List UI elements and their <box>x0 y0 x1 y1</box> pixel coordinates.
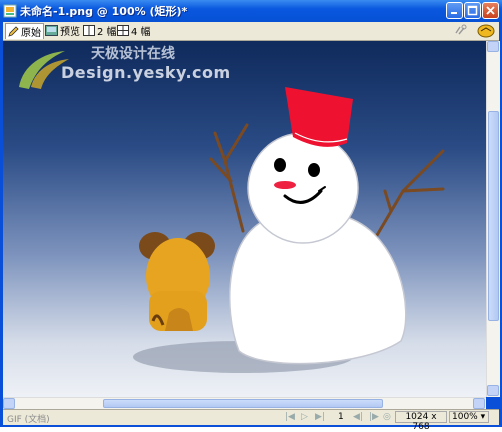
maximize-button[interactable] <box>464 2 481 19</box>
view-toolbar: 原始 预览 2 幅 4 幅 <box>3 22 499 41</box>
minimize-icon <box>451 12 457 14</box>
zoom-select[interactable]: 100% ▾ <box>449 411 489 423</box>
first-frame-icon[interactable]: |◀ <box>285 412 295 422</box>
title-bar[interactable]: 未命名-1.png @ 100% (矩形)* <box>0 0 502 22</box>
status-bar: GIF (文档) |◀ ▷ ▶| 1 ◀| |▶ ◎ 1024 x 768 10… <box>3 409 499 432</box>
vertical-scroll-thumb[interactable] <box>488 111 499 321</box>
loop-icon[interactable]: ◎ <box>383 412 391 422</box>
bucket-hat <box>285 87 353 147</box>
snowman-eye-right <box>308 163 320 177</box>
tab-preview-label: 预览 <box>60 27 80 38</box>
file-format-label: GIF (文档) <box>7 415 50 425</box>
zoom-value: 100% <box>452 412 478 422</box>
tab-4-up[interactable]: 4 幅 <box>117 23 151 38</box>
canvas[interactable]: 天极设计在线 Design.yesky.com <box>3 41 486 397</box>
play-icon[interactable]: ▷ <box>301 412 308 422</box>
tab-original-label: 原始 <box>21 28 41 39</box>
tab-2-up[interactable]: 2 幅 <box>83 23 117 38</box>
scroll-left-button[interactable] <box>3 398 15 409</box>
vertical-scrollbar[interactable] <box>486 41 500 397</box>
document-window: 未命名-1.png @ 100% (矩形)* 原始 预览 2 幅 4 幅 天极设… <box>0 0 502 432</box>
frame-number: 1 <box>338 412 344 422</box>
scroll-down-button[interactable] <box>487 385 499 396</box>
tab-4-up-label: 4 幅 <box>131 27 151 38</box>
scroll-up-button[interactable] <box>487 41 499 52</box>
snowman-head <box>247 132 359 244</box>
tab-original[interactable]: 原始 <box>5 23 44 39</box>
window-title: 未命名-1.png @ 100% (矩形)* <box>20 5 188 18</box>
four-up-icon <box>117 25 129 36</box>
next-frame-icon[interactable]: |▶ <box>369 412 379 422</box>
tab-preview[interactable]: 预览 <box>45 23 80 38</box>
dog-figure <box>139 232 215 331</box>
two-up-icon <box>83 25 95 36</box>
snowman-illustration <box>133 87 445 373</box>
maximize-icon <box>467 5 478 16</box>
scroll-right-button[interactable] <box>473 398 485 409</box>
tab-2-up-label: 2 幅 <box>97 27 117 38</box>
horizontal-scroll-thumb[interactable] <box>103 399 383 408</box>
optimize-icon[interactable] <box>477 23 495 41</box>
snowman-eye-left <box>274 158 286 172</box>
close-icon <box>486 6 495 15</box>
minimize-button[interactable] <box>446 2 463 19</box>
close-button[interactable] <box>482 2 499 19</box>
prev-frame-icon[interactable]: ◀| <box>353 412 363 422</box>
pencil-icon <box>8 26 19 37</box>
link-icon[interactable] <box>454 23 468 40</box>
snowman-nose <box>274 181 296 189</box>
canvas-size-readout[interactable]: 1024 x 768 <box>395 411 447 432</box>
preview-icon <box>45 25 58 36</box>
last-frame-icon[interactable]: ▶| <box>315 412 325 422</box>
document-icon <box>3 4 17 18</box>
